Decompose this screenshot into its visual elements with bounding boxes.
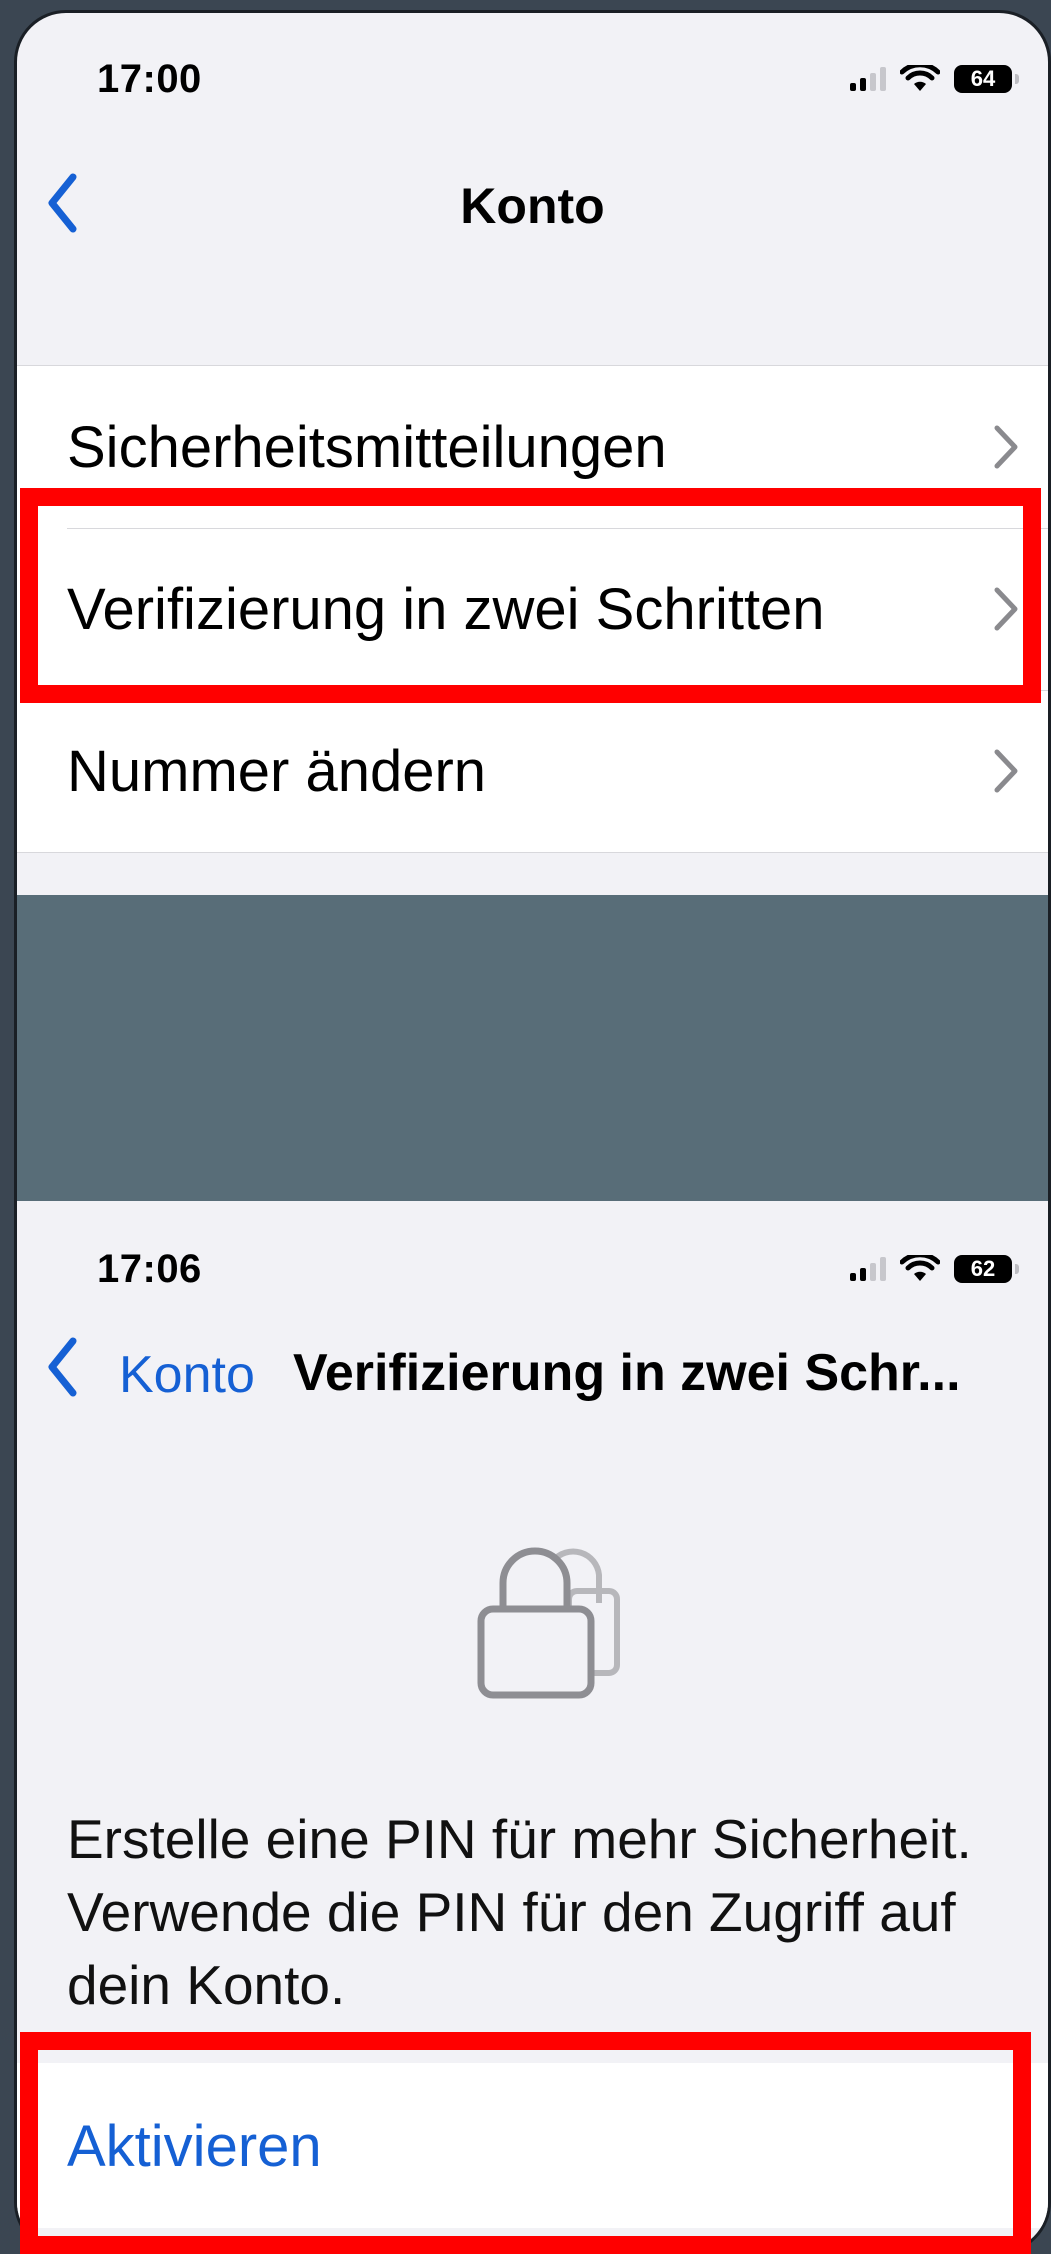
signal-icon [850,1257,886,1281]
list-item-two-step-verification[interactable]: Verifizierung in zwei Schritten [17,528,1048,690]
account-settings-list: Sicherheitsmitteilungen Verifizierung in… [17,365,1048,853]
two-step-description: Erstelle eine PIN für mehr Sicherheit. V… [67,1808,972,2016]
nav-bar-konto: Konto [17,153,1048,253]
status-icons: 62 [850,1255,1019,1283]
nav-bar-two-step: Konto Verifizierung in zwei Schr... [17,1313,1048,1423]
list-item-label: Nummer ändern [67,738,487,804]
wifi-icon [900,1255,940,1281]
activate-row[interactable]: Aktivieren [17,2063,1048,2228]
page-title: Verifizierung in zwei Schr... [293,1344,961,1402]
chevron-right-icon [994,587,1018,631]
list-item-label: Verifizierung in zwei Schritten [67,576,825,642]
screenshot-separator [17,895,1048,1201]
status-bar-bottom: 17:06 62 [17,1203,1048,1291]
back-chevron-icon[interactable] [47,1337,77,1397]
back-button-label[interactable]: Konto [119,1345,255,1405]
phone-frame: 17:00 64 Konto Sicherheitsmitteilungen V… [14,10,1051,2254]
chevron-right-icon [994,425,1018,469]
chevron-right-icon [994,749,1018,793]
page-title: Konto [460,178,605,234]
activate-button[interactable]: Aktivieren [67,2113,322,2180]
list-item-security-notifications[interactable]: Sicherheitsmitteilungen [17,366,1048,528]
status-bar-top: 17:00 64 [17,13,1048,101]
signal-icon [850,67,886,91]
list-item-label: Sicherheitsmitteilungen [67,414,667,480]
status-icons: 64 [850,65,1019,93]
status-time: 17:06 [97,1247,202,1291]
list-item-change-number[interactable]: Nummer ändern [17,690,1048,852]
battery-icon: 64 [954,65,1019,93]
wifi-icon [900,65,940,91]
lock-icon [477,1547,620,1699]
status-time: 17:00 [97,57,202,101]
battery-icon: 62 [954,1255,1019,1283]
